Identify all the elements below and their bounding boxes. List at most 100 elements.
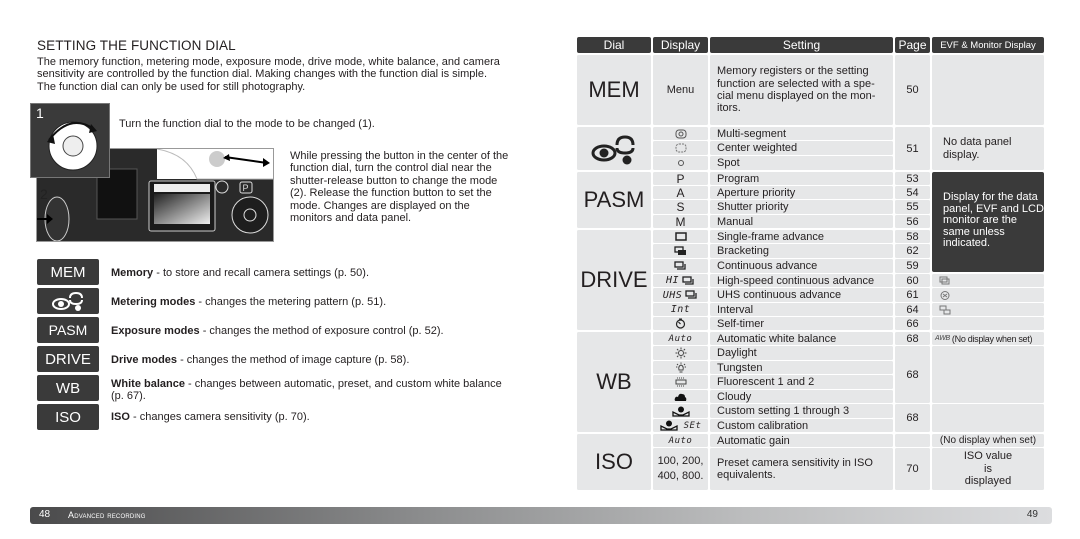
spot-icon	[677, 160, 684, 166]
pasm-setting-m: Manual	[710, 215, 893, 228]
metering-evf: No data panel display.	[932, 127, 1044, 170]
pasm-setting-s: Shutter priority	[710, 200, 893, 214]
bracketing-icon	[674, 246, 686, 255]
step2-number: 2	[40, 186, 48, 202]
drive-display-single	[653, 230, 708, 243]
pasm-dial: PASM	[577, 172, 651, 228]
mem-evf	[932, 55, 1044, 125]
hi-lcd-label: HI	[665, 275, 680, 286]
legend-name: ISO	[111, 411, 130, 423]
pasm-display-m: M	[653, 215, 708, 229]
drive-setting-single: Single-frame advance	[710, 230, 893, 243]
legend-name: Metering modes	[111, 296, 196, 308]
auto-lcd-label: Auto	[668, 435, 693, 446]
pasm-page-p: 53	[895, 172, 930, 185]
drive-page-interval: 64	[895, 303, 930, 316]
wb-setting-fluorescent: Fluorescent 1 and 2	[710, 375, 893, 389]
page-footer: 48 Advanced recording 49	[30, 507, 1052, 524]
wb-evf-auto: AWB (No display when set)	[932, 332, 1044, 345]
drive-dial: DRIVE	[577, 230, 651, 330]
hi-speed-evf-icon	[939, 276, 950, 284]
metering-setting-center: Center weighted	[710, 141, 893, 155]
legend-badge-iso: ISO	[37, 404, 99, 430]
drive-display-bracketing	[653, 244, 708, 258]
wb-setting-auto: Automatic white balance	[710, 332, 893, 345]
drive-evf-selftimer	[932, 317, 1044, 330]
drive-setting-hi: High-speed continuous advance	[710, 274, 893, 287]
wb-evf-custom	[932, 404, 1044, 432]
continuous-icon	[685, 290, 697, 299]
iso-dial: ISO	[577, 434, 651, 490]
page-title: SETTING THE FUNCTION DIAL	[37, 38, 236, 53]
drive-display-hi: HI	[653, 274, 708, 287]
drive-setting-uhs: UHS continuous advance	[710, 288, 893, 302]
drive-setting-selftimer: Self-timer	[710, 317, 893, 330]
wb-setting-daylight: Daylight	[710, 346, 893, 360]
metering-display-spot	[653, 156, 708, 170]
wb-evf-auto-text: (No display when set)	[951, 333, 1033, 344]
header-setting: Setting	[710, 37, 893, 53]
step1-text: Turn the function dial to the mode to be…	[119, 118, 375, 130]
header-dial: Dial	[577, 37, 651, 53]
drive-page-single: 58	[895, 230, 930, 243]
auto-lcd-label: Auto	[668, 333, 693, 344]
wb-setting-custom: Custom setting 1 through 3	[710, 404, 893, 418]
mem-display: Menu	[653, 55, 708, 125]
drive-setting-interval: Interval	[710, 303, 893, 316]
metering-display-center	[653, 141, 708, 155]
wb-page-custom: 68	[895, 404, 930, 432]
interval-evf-icon	[939, 305, 951, 314]
legend-desc: - to store and recall camera settings (p…	[153, 267, 370, 279]
drive-evf-interval	[932, 303, 1044, 316]
legend-desc: - changes the metering pattern (p. 51).	[195, 296, 387, 308]
awb-badge: AWB	[935, 335, 950, 342]
wb-page-preset: 68	[895, 346, 930, 403]
wb-setting-tungsten: Tungsten	[710, 361, 893, 374]
metering-dial	[577, 127, 651, 170]
iso-page-auto	[895, 434, 930, 447]
mem-page: 50	[895, 55, 930, 125]
metering-display-multi	[653, 127, 708, 140]
wb-display-cloudy	[653, 390, 708, 403]
drive-setting-continuous: Continuous advance	[710, 259, 893, 273]
metering-page: 51	[895, 127, 930, 170]
drive-evf-hi	[932, 274, 1044, 287]
pasm-display-a: A	[653, 186, 708, 200]
drive-page-continuous: 59	[895, 259, 930, 273]
legend-name: Drive modes	[111, 354, 178, 366]
wb-setting-calibration: Custom calibration	[710, 419, 893, 432]
legend-badge-pasm: PASM	[37, 317, 99, 343]
wb-display-auto: Auto	[653, 332, 708, 345]
legend-name: Exposure modes	[111, 325, 200, 337]
wb-display-custom	[653, 404, 708, 418]
pasm-display-s: S	[653, 200, 708, 214]
pasm-setting-a: Aperture priority	[710, 186, 893, 199]
legend-badge-wb: WB	[37, 375, 99, 401]
mem-setting: Memory registers or the setting function…	[710, 55, 893, 125]
header-page: Page	[895, 37, 930, 53]
wb-display-tungsten	[653, 361, 708, 374]
svg-text:P: P	[243, 183, 249, 193]
pasm-page-a: 54	[895, 186, 930, 199]
set-lcd-label: SEt	[683, 420, 702, 431]
display-note-box: Display for the data panel, EVF and LCD …	[932, 172, 1044, 272]
wb-setting-cloudy: Cloudy	[710, 390, 893, 403]
wb-page-auto: 68	[895, 332, 930, 345]
iso-evf-preset: ISO value is displayed	[932, 448, 1044, 490]
iso-display-preset: 100, 200, 400, 800.	[653, 448, 708, 490]
continuous-icon	[674, 261, 686, 270]
metering-icon	[52, 291, 83, 311]
pasm-setting-p: Program	[710, 172, 893, 185]
wb-evf-preset	[932, 346, 1044, 403]
iso-display-auto: Auto	[653, 434, 708, 447]
drive-setting-bracketing: Bracketing	[710, 244, 893, 258]
self-timer-icon	[675, 318, 686, 329]
custom-wb-icon	[671, 406, 690, 417]
pasm-page-m: 56	[895, 215, 930, 228]
drive-page-uhs: 61	[895, 288, 930, 302]
left-page-number: 48	[39, 509, 51, 520]
step1-number: 1	[36, 105, 44, 121]
drive-page-bracketing: 62	[895, 244, 930, 258]
header-display: Display	[653, 37, 708, 53]
wb-display-fluorescent	[653, 375, 708, 389]
